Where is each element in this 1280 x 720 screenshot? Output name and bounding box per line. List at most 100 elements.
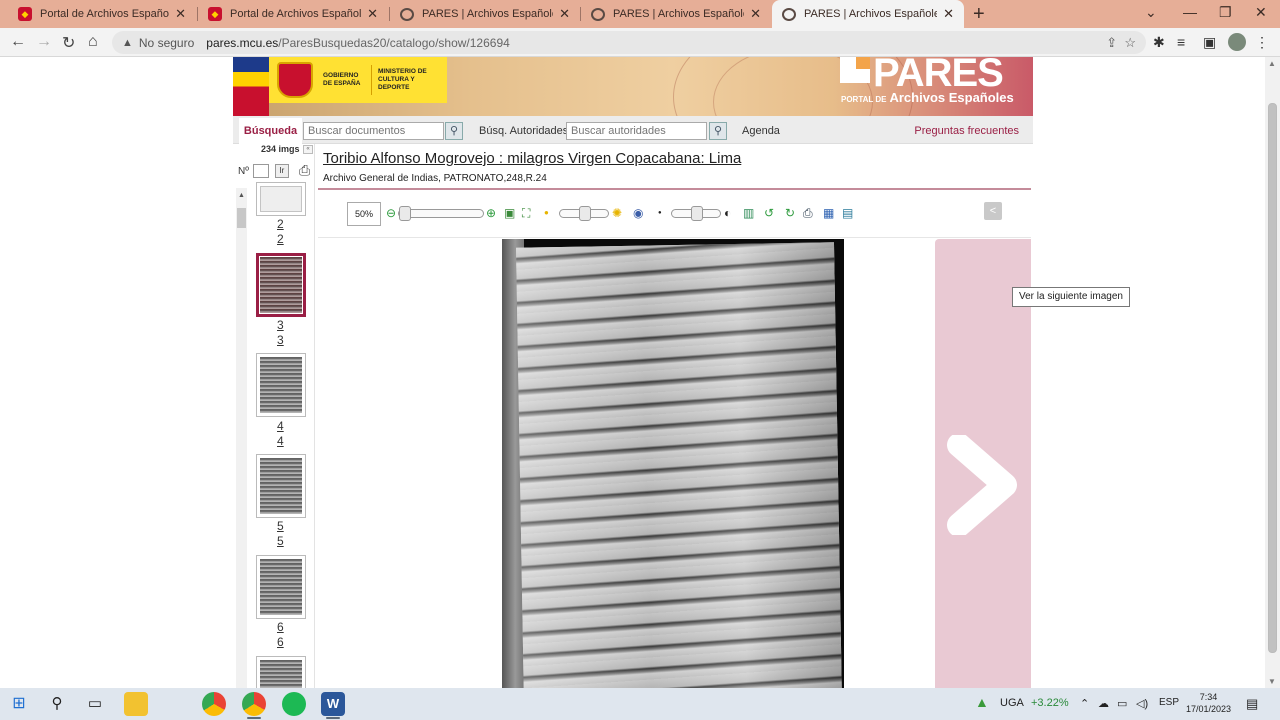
- clock[interactable]: 7:34 17/01/2023: [1186, 691, 1231, 715]
- viewer-toolbar: 50% ⊖ ⊕ ▣ ⛶ ● ✺ ◉ ● ◐ ▥ ↺ ↻ ⎙ ▦ ▤ <: [318, 192, 1031, 238]
- printer-icon[interactable]: ⎙: [299, 162, 310, 179]
- eye-icon[interactable]: ◉: [633, 205, 643, 221]
- maximize-icon[interactable]: ❐: [1219, 4, 1232, 21]
- fullscreen-icon[interactable]: ⛶: [522, 205, 530, 221]
- language-indicator[interactable]: ESP: [1159, 697, 1179, 708]
- document-search-input[interactable]: [303, 122, 444, 140]
- page-scrollbar-thumb[interactable]: [1268, 103, 1277, 653]
- thumbnail-sublabel[interactable]: 5: [277, 534, 284, 548]
- thumbnail-image[interactable]: [256, 555, 306, 619]
- share-bookmark-icons[interactable]: ⇪ ☆: [1106, 35, 1136, 51]
- thumbnail-label[interactable]: 6: [277, 620, 284, 634]
- tab-search-icon[interactable]: ⌄: [1145, 4, 1157, 21]
- authority-search-input[interactable]: [566, 122, 707, 140]
- reload-icon[interactable]: ↻: [62, 33, 75, 53]
- zoom-out-icon[interactable]: ⊖: [386, 205, 396, 221]
- minimize-icon[interactable]: —: [1183, 4, 1197, 20]
- tab-busqueda[interactable]: Búsqueda: [239, 118, 302, 144]
- rotate-right-icon[interactable]: ↻: [785, 205, 795, 221]
- save-icon[interactable]: ▦: [823, 205, 834, 221]
- close-icon[interactable]: ✕: [559, 6, 570, 22]
- file-explorer-icon[interactable]: [124, 692, 148, 716]
- contrast-high-icon[interactable]: ◐: [724, 205, 731, 221]
- close-icon[interactable]: ✕: [367, 6, 378, 22]
- thumbnail-sublabel[interactable]: 3: [277, 333, 284, 347]
- contrast-low-icon[interactable]: ●: [658, 205, 662, 221]
- thumbnail-label[interactable]: 4: [277, 419, 284, 433]
- task-view-icon[interactable]: ▭: [86, 695, 104, 713]
- thumbnail-label[interactable]: 3: [277, 318, 284, 332]
- close-icon[interactable]: ✕: [175, 6, 186, 22]
- thumbnail-sublabel[interactable]: 6: [277, 635, 284, 649]
- spotify-icon[interactable]: [282, 692, 306, 716]
- brightness-high-icon[interactable]: ✺: [612, 205, 622, 221]
- zoom-level[interactable]: 50%: [347, 202, 381, 226]
- browser-tab[interactable]: ◆ Portal de Archivos Españoles (PA ✕: [198, 0, 388, 28]
- forward-arrow-icon[interactable]: →: [36, 33, 52, 51]
- browser-tab[interactable]: ◆ Portal de Archivos Españoles (PA ✕: [8, 0, 196, 28]
- home-icon[interactable]: ⌂: [88, 33, 98, 51]
- thumbnail-image[interactable]: [256, 454, 306, 518]
- thumbnail-scrollbar[interactable]: ▲: [236, 188, 247, 688]
- image-number-input[interactable]: [252, 164, 269, 178]
- go-button[interactable]: Ir: [274, 164, 289, 178]
- extensions-icon[interactable]: ✱: [1153, 34, 1165, 51]
- close-icon[interactable]: ✕: [943, 6, 954, 22]
- new-tab-icon[interactable]: +: [973, 3, 985, 26]
- browser-tab-active[interactable]: PARES | Archivos Españoles ✕: [772, 0, 964, 28]
- zoom-in-icon[interactable]: ⊕: [486, 205, 496, 221]
- rotate-left-icon[interactable]: ↺: [764, 205, 774, 221]
- browser-tab[interactable]: PARES | Archivos Españoles ✕: [390, 0, 580, 28]
- search-icon[interactable]: ⚲: [48, 695, 66, 713]
- cloud-icon[interactable]: ☁: [1098, 697, 1109, 710]
- document-icon[interactable]: ▤: [842, 205, 853, 221]
- government-logo[interactable]: GOBIERNO DE ESPAÑA MINISTERIO DE CULTURA…: [269, 57, 447, 103]
- zoom-slider[interactable]: [398, 206, 484, 221]
- volume-icon[interactable]: ◁): [1136, 697, 1148, 710]
- thumbnail-image[interactable]: [256, 353, 306, 417]
- menu-icon[interactable]: ⋮: [1255, 34, 1269, 51]
- search-icon[interactable]: ⚲: [709, 122, 727, 140]
- rotate-grid-icon[interactable]: ▥: [743, 205, 754, 221]
- stock-symbol[interactable]: UGA: [1000, 697, 1024, 709]
- authority-search-label[interactable]: Búsq. Autoridades: [479, 125, 568, 137]
- windows-start-icon[interactable]: ⊞: [10, 695, 28, 713]
- agenda-link[interactable]: Agenda: [742, 125, 780, 137]
- brightness-low-icon[interactable]: ●: [544, 205, 549, 221]
- network-icon[interactable]: ▭: [1117, 697, 1127, 710]
- document-title[interactable]: Toribio Alfonso Mogrovejo : milagros Vir…: [323, 150, 741, 167]
- browser-tab[interactable]: PARES | Archivos Españoles ✕: [581, 0, 771, 28]
- globe-icon: [782, 7, 796, 21]
- collapse-icon[interactable]: «: [303, 145, 313, 154]
- back-arrow-icon[interactable]: ←: [10, 33, 26, 51]
- chrome-icon[interactable]: [202, 692, 226, 716]
- thumbnail-image-selected[interactable]: [256, 253, 306, 317]
- share-icon[interactable]: <: [984, 202, 1002, 220]
- url-bar[interactable]: ▲ No seguro pares.mcu.es/ParesBusquedas2…: [112, 31, 1146, 54]
- search-icon[interactable]: ⚲: [445, 122, 463, 140]
- thumbnail-sublabel[interactable]: 2: [277, 232, 284, 246]
- chrome-profile-icon[interactable]: [242, 692, 266, 716]
- brightness-slider[interactable]: [559, 206, 609, 221]
- print-icon[interactable]: ⎙: [803, 205, 813, 221]
- fit-page-icon[interactable]: ▣: [504, 205, 515, 221]
- manuscript-image[interactable]: [502, 239, 844, 688]
- notification-icon[interactable]: ▤: [1246, 696, 1258, 712]
- window-close-icon[interactable]: ✕: [1255, 4, 1267, 21]
- divider: [318, 188, 1031, 190]
- page-scrollbar[interactable]: ▲ ▼: [1265, 57, 1280, 688]
- close-icon[interactable]: ✕: [750, 6, 761, 22]
- reading-list-icon[interactable]: ≡: [1177, 34, 1185, 50]
- thumbnail-label[interactable]: 5: [277, 519, 284, 533]
- word-icon[interactable]: W: [321, 692, 345, 716]
- thumbnail-label[interactable]: 2: [277, 217, 284, 231]
- chevron-up-icon[interactable]: ⌃: [1080, 697, 1089, 710]
- stock-change[interactable]: +3.22%: [1031, 697, 1069, 709]
- contrast-slider[interactable]: [671, 206, 721, 221]
- globe-icon: [400, 7, 414, 21]
- faq-link[interactable]: Preguntas frecuentes: [914, 125, 1019, 137]
- thumbnail-image[interactable]: [256, 182, 306, 216]
- thumbnail-sublabel[interactable]: 4: [277, 434, 284, 448]
- profile-avatar[interactable]: [1228, 33, 1246, 51]
- side-panel-icon[interactable]: ▣: [1203, 34, 1216, 51]
